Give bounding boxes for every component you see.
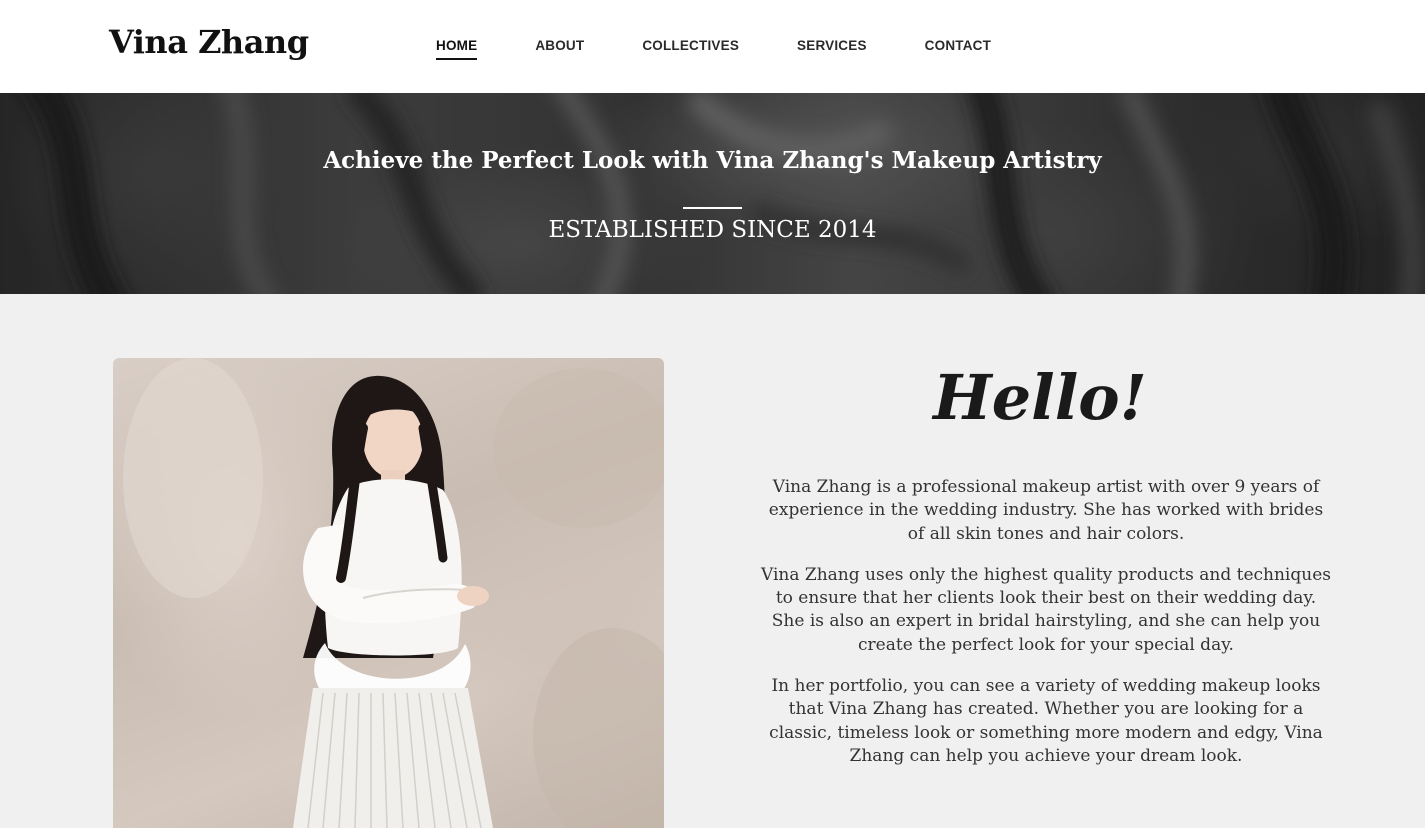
hero-background-image	[0, 93, 1425, 294]
brand-logo[interactable]: Vina Zhang	[109, 20, 309, 64]
portrait-illustration	[123, 358, 664, 828]
bio-paragraph: In her portfolio, you can see a variety …	[769, 676, 1323, 766]
portrait-photo	[113, 358, 664, 828]
intro-bio: Vina Zhang is a professional makeup arti…	[760, 476, 1332, 786]
nav-home[interactable]: HOME	[436, 36, 478, 60]
site-header: Vina Zhang HOME ABOUT COLLECTIVES SERVIC…	[0, 0, 1425, 93]
nav-contact[interactable]: CONTACT	[925, 36, 991, 60]
hero-title: Achieve the Perfect Look with Vina Zhang…	[323, 147, 1102, 174]
intro-heading: Hello!	[933, 361, 1147, 434]
nav-about[interactable]: ABOUT	[535, 36, 584, 60]
hero-divider	[683, 207, 742, 209]
nav-services[interactable]: SERVICES	[797, 36, 867, 60]
hero-subtitle: ESTABLISHED SINCE 2014	[548, 217, 877, 243]
bio-paragraph: Vina Zhang uses only the highest quality…	[761, 564, 1331, 655]
nav-collectives[interactable]: COLLECTIVES	[642, 36, 739, 60]
bio-paragraph: Vina Zhang is a professional makeup arti…	[768, 477, 1324, 544]
hero-banner: Achieve the Perfect Look with Vina Zhang…	[0, 93, 1425, 294]
